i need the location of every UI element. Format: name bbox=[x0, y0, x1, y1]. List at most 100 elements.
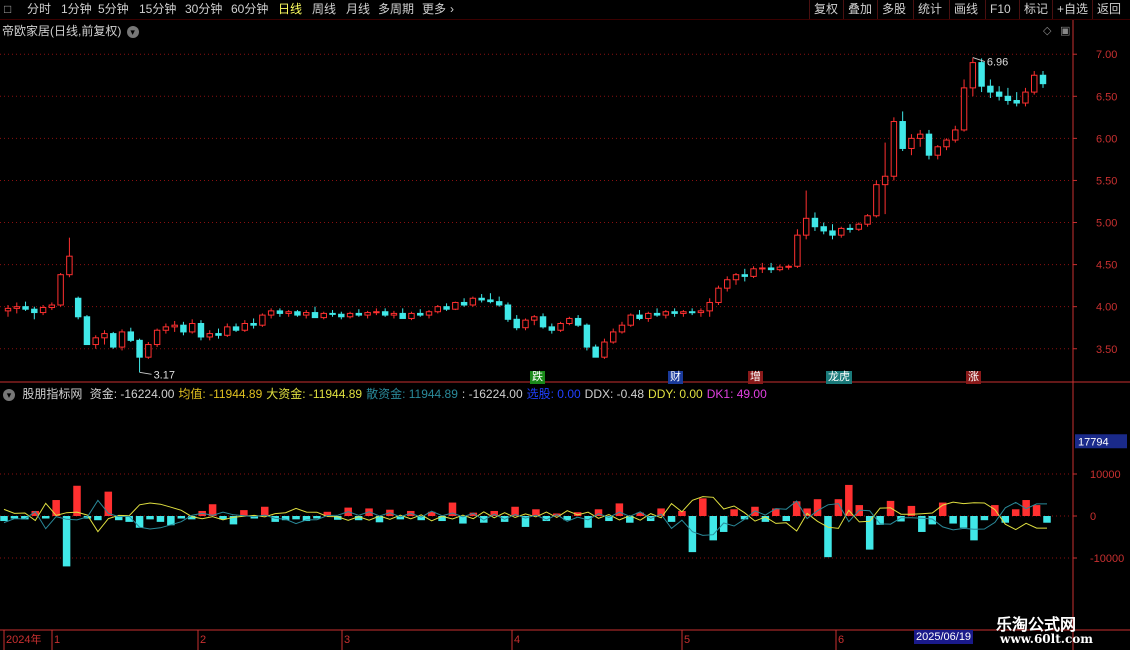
indicator-bar bbox=[782, 516, 791, 522]
candle-body bbox=[188, 323, 196, 333]
toolbar-divider bbox=[985, 0, 986, 19]
candle-body bbox=[136, 339, 143, 358]
indicator-bar bbox=[730, 509, 738, 516]
chevron-right-icon[interactable]: › bbox=[450, 1, 454, 18]
candle-body bbox=[460, 301, 468, 306]
tab-period-1[interactable]: 1分钟 bbox=[61, 1, 92, 18]
event-tag-4[interactable]: 涨 bbox=[966, 371, 981, 384]
event-tag-1[interactable]: 财 bbox=[668, 371, 683, 384]
candle-body bbox=[952, 129, 959, 141]
tab-period-2[interactable]: 5分钟 bbox=[98, 1, 129, 18]
candle-body bbox=[636, 314, 643, 319]
candle-body bbox=[522, 319, 529, 329]
candle-body bbox=[855, 223, 863, 230]
cursor-date: 2025/06/19 bbox=[914, 630, 974, 644]
candle-body bbox=[943, 139, 950, 148]
high-marker-line bbox=[972, 57, 985, 63]
candle-body bbox=[66, 255, 73, 276]
candle-body bbox=[180, 324, 187, 333]
candle-body bbox=[127, 331, 135, 341]
toolbar-button-5[interactable]: F10 bbox=[990, 1, 1011, 18]
indicator-bar bbox=[667, 516, 676, 522]
high-price-label: 6.96 bbox=[987, 57, 1008, 69]
candle-body bbox=[846, 227, 854, 230]
candle-body bbox=[916, 133, 924, 139]
tab-period-9[interactable]: 多周期 bbox=[378, 1, 414, 18]
tab-period-6[interactable]: 日线 bbox=[278, 1, 302, 18]
toolbar-divider bbox=[1052, 0, 1053, 19]
tab-period-8[interactable]: 月线 bbox=[346, 1, 370, 18]
toolbar-button-3[interactable]: 统计 bbox=[918, 1, 942, 18]
candle-body bbox=[381, 311, 389, 316]
toolbar-button-1[interactable]: 叠加 bbox=[848, 1, 872, 18]
tab-period-10[interactable]: 更多 bbox=[422, 1, 446, 18]
indicator-bar bbox=[615, 503, 624, 516]
event-tag-2[interactable]: 增 bbox=[748, 371, 763, 384]
tab-period-0[interactable]: 分时 bbox=[27, 1, 51, 18]
toolbar-button-2[interactable]: 多股 bbox=[882, 1, 906, 18]
indicator-bar bbox=[0, 516, 8, 522]
candle-body bbox=[276, 310, 284, 314]
indicator-axis-label: 0 bbox=[1090, 511, 1096, 523]
indicator-bar bbox=[688, 516, 697, 553]
tab-period-5[interactable]: 60分钟 bbox=[231, 1, 268, 18]
event-tag-0[interactable]: 跌 bbox=[530, 371, 545, 384]
panel-icon: ▣ bbox=[1060, 25, 1070, 37]
candle-body bbox=[645, 312, 652, 319]
toolbar-button-0[interactable]: 复权 bbox=[814, 1, 838, 18]
candle-body bbox=[908, 137, 915, 149]
candle-body bbox=[653, 312, 661, 316]
indicator-title-bar: ▾ 股朋指标网 资金: -16224.00 均值: -11944.89 大资金: -… bbox=[0, 386, 771, 402]
tab-period-3[interactable]: 15分钟 bbox=[139, 1, 176, 18]
candle-body bbox=[311, 312, 319, 319]
chevron-down-icon[interactable]: ▾ bbox=[3, 389, 15, 401]
candle-body bbox=[110, 333, 117, 348]
toolbar-button-4[interactable]: 画线 bbox=[954, 1, 978, 18]
indicator-name[interactable]: 股朋指标网 bbox=[22, 387, 82, 401]
window-icon[interactable]: □ bbox=[4, 1, 11, 18]
candle-body bbox=[732, 274, 740, 281]
candle-body bbox=[890, 121, 898, 177]
candle-body bbox=[504, 304, 512, 320]
candle-body bbox=[995, 91, 1003, 97]
candle-body bbox=[83, 316, 91, 346]
indicator-bar bbox=[928, 516, 937, 525]
toolbar-divider bbox=[843, 0, 844, 19]
candle-body bbox=[171, 324, 178, 328]
chevron-down-icon[interactable]: ▾ bbox=[126, 26, 139, 38]
toolbar-divider bbox=[1092, 0, 1093, 19]
indicator-bar bbox=[1011, 509, 1020, 516]
indicator-axis-label: 10000 bbox=[1090, 469, 1121, 481]
tab-period-4[interactable]: 30分钟 bbox=[185, 1, 222, 18]
indicator-bar bbox=[73, 485, 81, 516]
indicator-bar bbox=[699, 498, 707, 516]
time-axis-label: 2024年 bbox=[6, 632, 41, 646]
time-axis-label: 1 bbox=[54, 634, 60, 646]
toolbar-divider bbox=[809, 0, 810, 19]
indicator-bar bbox=[1001, 516, 1010, 523]
candle-body bbox=[785, 265, 792, 268]
indicator-bar bbox=[135, 516, 144, 528]
candle-body bbox=[338, 313, 345, 318]
indicator-bar bbox=[991, 505, 999, 516]
indicator-bar bbox=[980, 516, 989, 521]
main-chart-title: 帝欧家居(日线,前复权) ▾ bbox=[2, 22, 139, 39]
indicator-bar bbox=[709, 516, 717, 541]
indicator-axis-label: -10000 bbox=[1090, 553, 1124, 565]
kline-chart[interactable]: 7.00 6.50 6.00 5.50 5.00 4.50 4.00 3.50 6.96 3.17… bbox=[0, 20, 1130, 650]
price-axis-label: 5.50 bbox=[1096, 175, 1117, 187]
price-axis-label: 6.00 bbox=[1096, 133, 1117, 145]
indicator-bar bbox=[897, 516, 905, 522]
candle-body bbox=[1004, 95, 1012, 101]
toolbar-button-6[interactable]: 标记 bbox=[1024, 1, 1048, 18]
tab-period-7[interactable]: 周线 bbox=[312, 1, 336, 18]
event-tag-3[interactable]: 龙虎 bbox=[826, 371, 852, 384]
candle-body bbox=[215, 333, 222, 336]
toolbar-button-8[interactable]: 返回 bbox=[1097, 1, 1121, 18]
candle-body bbox=[776, 266, 784, 271]
toolbar-button-7[interactable]: +自选 bbox=[1057, 1, 1088, 18]
candle-body bbox=[153, 329, 161, 346]
candle-body bbox=[706, 301, 713, 312]
indicator-bar bbox=[813, 499, 822, 516]
candle-body bbox=[1013, 99, 1020, 104]
